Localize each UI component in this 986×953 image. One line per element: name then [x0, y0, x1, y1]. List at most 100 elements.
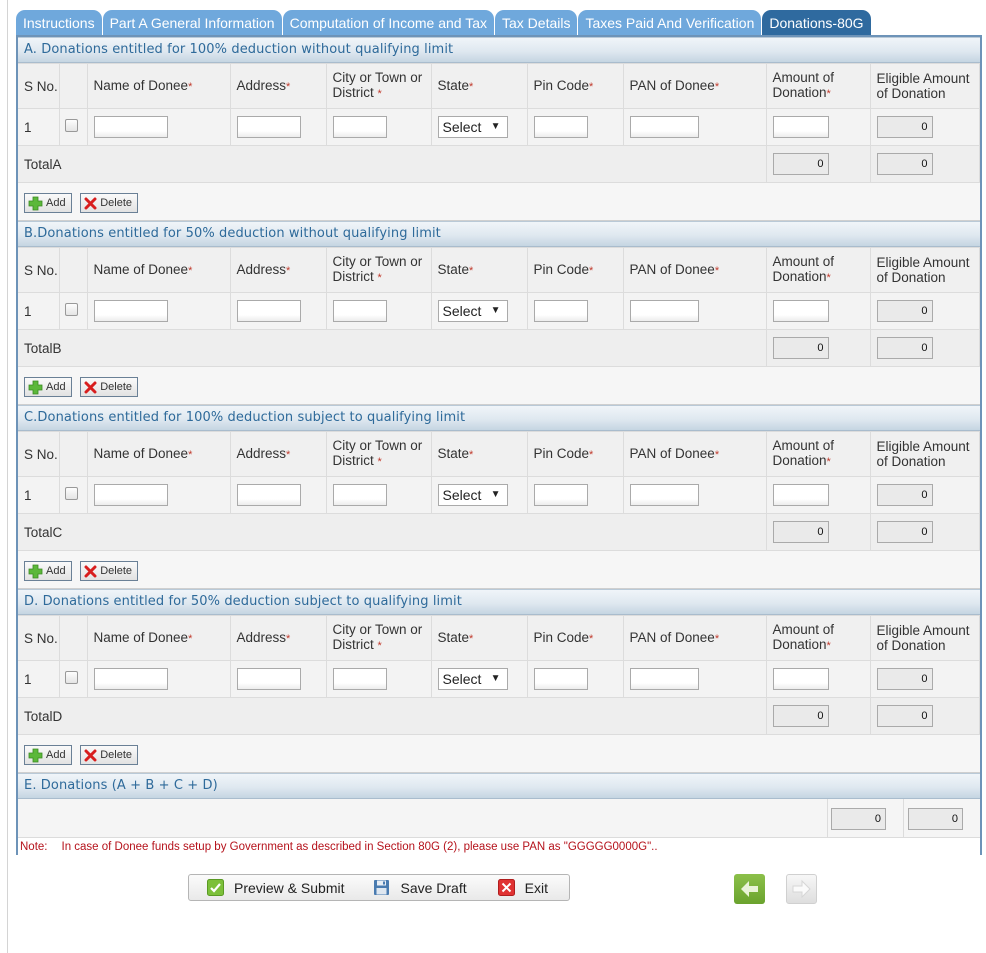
total-label: TotalD [18, 697, 767, 735]
name-of-donee-input[interactable] [93, 668, 168, 690]
preview-submit-button[interactable]: Preview & Submit [207, 879, 344, 896]
total-eligible-cell [870, 145, 980, 183]
donation-section: C.Donations entitled for 100% deduction … [18, 405, 980, 589]
table-row: 1 Select ▼ [18, 476, 980, 514]
tab-taxes-paid-and-verification[interactable]: Taxes Paid And Verification [578, 10, 762, 35]
col-header-state: State* [431, 247, 528, 293]
col-header-state: State* [431, 63, 528, 109]
pan-input[interactable] [629, 116, 699, 138]
row-sno: 1 [18, 292, 60, 330]
tab-part-a-general-information[interactable]: Part A General Information [102, 10, 282, 35]
state-select[interactable]: Select ▼ [437, 116, 508, 138]
donation-section: D. Donations entitled for 50% deduction … [18, 589, 980, 773]
city-input[interactable] [332, 116, 387, 138]
amount-of-donation-input[interactable] [772, 116, 829, 138]
header-label: Address [236, 77, 287, 93]
amount-of-donation-input[interactable] [772, 668, 829, 690]
row-checkbox[interactable] [64, 119, 78, 132]
header-label: Pin Code [533, 445, 590, 461]
state-select[interactable]: Select ▼ [437, 300, 508, 322]
col-header-pin-code: Pin Code* [527, 247, 624, 293]
delete-row-button[interactable]: Delete [80, 377, 138, 397]
required-mark: * [469, 632, 474, 645]
name-of-donee-input[interactable] [93, 300, 168, 322]
plus-icon [28, 380, 43, 394]
add-row-button[interactable]: Add [24, 745, 72, 765]
address-input[interactable] [236, 484, 301, 506]
amount-of-donation-input[interactable] [772, 300, 829, 322]
header-label: Name of Donee [93, 77, 189, 93]
required-mark: * [469, 264, 474, 277]
add-row-button[interactable]: Add [24, 193, 72, 213]
pin-code-input[interactable] [533, 668, 588, 690]
pan-cell [623, 476, 767, 514]
delete-row-button[interactable]: Delete [80, 561, 138, 581]
total-amount-field [772, 337, 829, 359]
pin-code-input[interactable] [533, 116, 588, 138]
next-page-button[interactable] [786, 874, 817, 904]
delete-x-icon [84, 565, 97, 577]
row-checkbox[interactable] [64, 303, 78, 316]
pin-code-input[interactable] [533, 484, 588, 506]
address-input[interactable] [236, 116, 301, 138]
city-input[interactable] [332, 484, 387, 506]
col-header-pin-code: Pin Code* [527, 63, 624, 109]
city-cell [326, 476, 432, 514]
row-checkbox[interactable] [64, 487, 78, 500]
city-cell [326, 292, 432, 330]
required-mark: * [377, 272, 382, 284]
required-mark: * [188, 632, 193, 645]
city-input[interactable] [332, 668, 387, 690]
delete-label: Delete [100, 565, 132, 577]
required-mark: * [826, 272, 831, 284]
add-row-button[interactable]: Add [24, 377, 72, 397]
header-label: Address [236, 629, 287, 645]
col-header-select [59, 431, 88, 477]
tab-tax-details[interactable]: Tax Details [495, 10, 578, 35]
tab-computation-of-income-and-tax[interactable]: Computation of Income and Tax [282, 10, 494, 35]
row-checkbox[interactable] [64, 671, 78, 684]
amount-of-donation-input[interactable] [772, 484, 829, 506]
city-input[interactable] [332, 300, 387, 322]
address-input[interactable] [236, 300, 301, 322]
checkmark-icon [207, 879, 224, 896]
total-row: TotalD [18, 697, 980, 735]
delete-row-button[interactable]: Delete [80, 193, 138, 213]
total-amount-cell [766, 513, 871, 551]
note: Note: In case of Donee funds setup by Gov… [18, 838, 980, 857]
required-mark: * [286, 80, 291, 93]
note-label: Note: [20, 841, 48, 853]
col-header-city: City or Town or District * [326, 247, 432, 293]
state-select[interactable]: Select ▼ [437, 484, 508, 506]
donations-panel: A. Donations entitled for 100% deduction… [16, 35, 982, 857]
col-header-pan-of-donee: PAN of Donee* [623, 615, 767, 661]
col-header-city: City or Town or District * [326, 615, 432, 661]
delete-x-icon [84, 749, 97, 761]
row-actions: Add Delete [18, 367, 980, 405]
pan-input[interactable] [629, 484, 699, 506]
address-input[interactable] [236, 668, 301, 690]
save-draft-button[interactable]: Save Draft [373, 879, 467, 896]
add-row-button[interactable]: Add [24, 561, 72, 581]
column-divider [827, 799, 828, 837]
delete-row-button[interactable]: Delete [80, 745, 138, 765]
pin-code-input[interactable] [533, 300, 588, 322]
arrow-left-icon [741, 881, 758, 897]
tab-instructions[interactable]: Instructions [16, 10, 102, 35]
eligible-amount-field [876, 116, 933, 138]
name-of-donee-input[interactable] [93, 116, 168, 138]
state-select[interactable]: Select ▼ [437, 668, 508, 690]
header-label: State [437, 77, 470, 93]
pan-input[interactable] [629, 300, 699, 322]
grand-total-eligible-field [908, 808, 963, 830]
amount-cell [766, 476, 871, 514]
required-mark: * [714, 448, 720, 461]
exit-button[interactable]: Exit [497, 879, 548, 896]
delete-x-icon [84, 197, 97, 209]
col-header-eligible-amount: Eligible Amount of Donation [870, 247, 980, 293]
col-header-sno: S No. [18, 63, 60, 109]
name-of-donee-input[interactable] [93, 484, 168, 506]
tab-donations-80g[interactable]: Donations-80G [762, 10, 871, 35]
pan-input[interactable] [629, 668, 699, 690]
previous-page-button[interactable] [734, 874, 765, 904]
